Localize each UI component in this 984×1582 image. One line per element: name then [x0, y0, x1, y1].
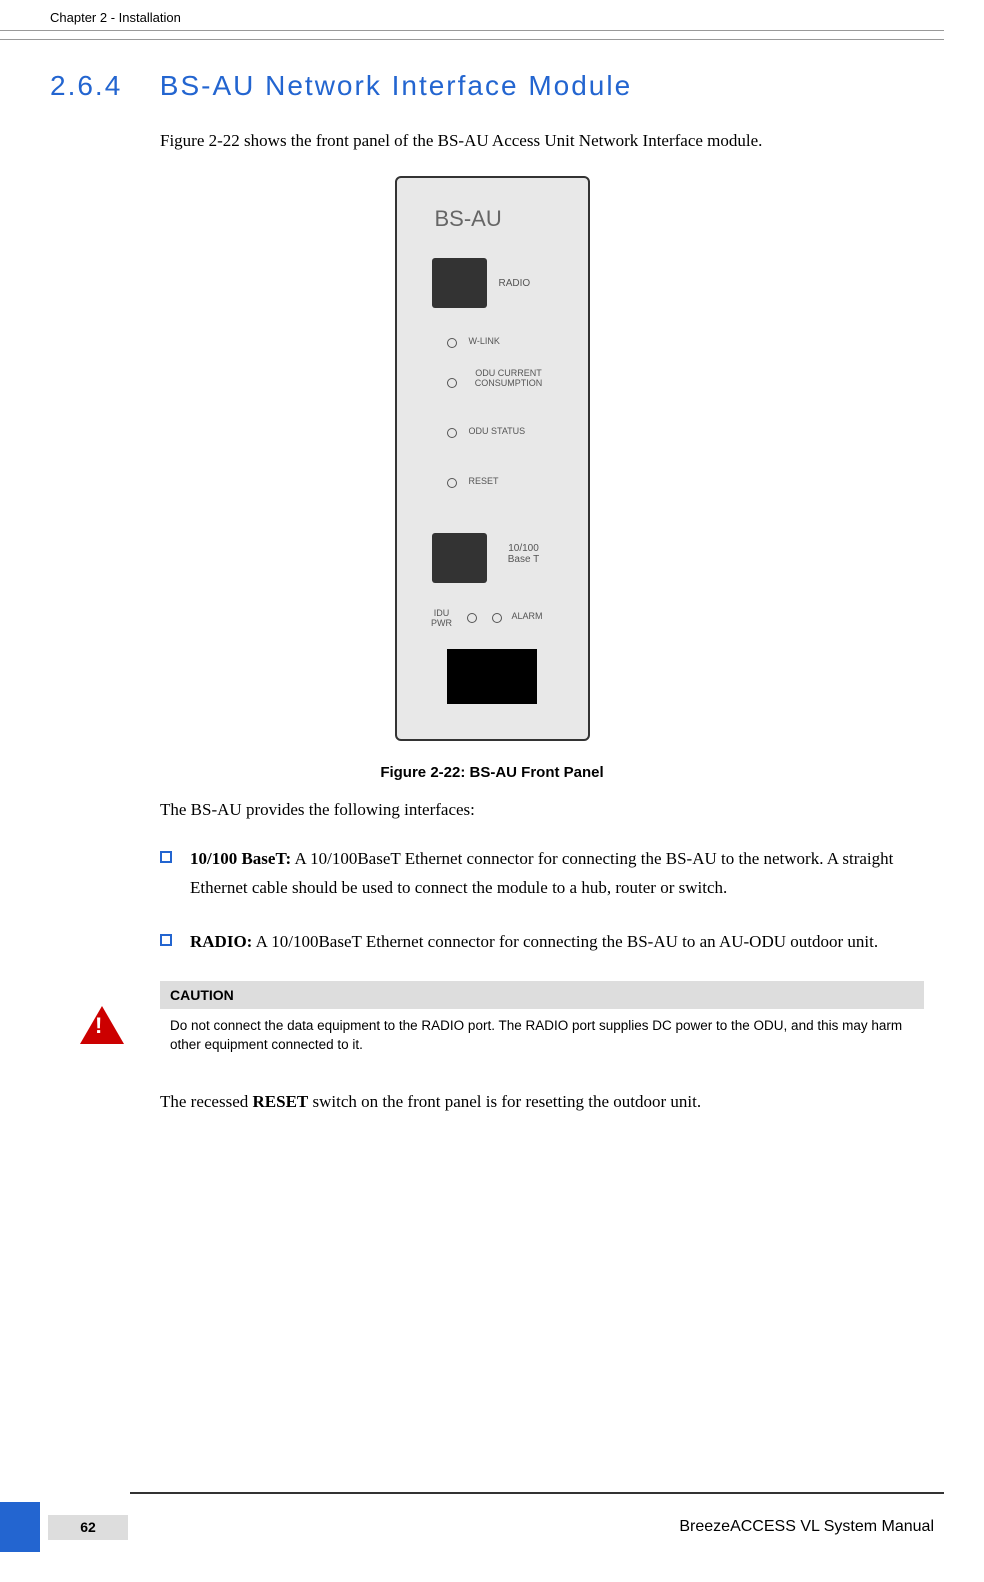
footer-color-block	[0, 1502, 40, 1552]
module-label: BS-AU	[435, 206, 502, 232]
bullet-square-icon	[160, 851, 172, 863]
reset-pre: The recessed	[160, 1092, 253, 1111]
reset-bold: RESET	[253, 1092, 309, 1111]
header-rule	[0, 39, 944, 40]
section-heading: 2.6.4 BS-AU Network Interface Module	[0, 70, 984, 102]
footer-rule	[130, 1492, 944, 1494]
intro-paragraph: Figure 2-22 shows the front panel of the…	[0, 127, 984, 156]
page-footer: 62 BreezeACCESS VL System Manual	[0, 1492, 984, 1552]
bullet-item-radio: RADIO: A 10/100BaseT Ethernet connector …	[0, 928, 984, 957]
reset-label: RESET	[469, 476, 499, 486]
radio-port-label: RADIO	[499, 278, 531, 289]
page-header: Chapter 2 - Installation	[0, 0, 944, 31]
alarm-led	[492, 613, 502, 623]
radio-port	[432, 258, 487, 308]
chapter-label: Chapter 2 - Installation	[50, 10, 181, 25]
odu-current-led	[447, 378, 457, 388]
section-title: BS-AU Network Interface Module	[160, 70, 632, 101]
manual-title: BreezeACCESS VL System Manual	[679, 1518, 934, 1536]
reset-paragraph: The recessed RESET switch on the front p…	[0, 1088, 984, 1117]
baset-port-label: 10/100 Base T	[499, 543, 549, 565]
wlink-label: W-LINK	[469, 336, 500, 346]
warning-exclamation: !	[95, 1013, 102, 1039]
figure-container: BS-AU RADIO W-LINK ODU CURRENT CONSUMPTI…	[0, 176, 984, 781]
alarm-label: ALARM	[512, 611, 543, 621]
odu-current-label: ODU CURRENT CONSUMPTION	[469, 368, 549, 388]
odu-status-label: ODU STATUS	[469, 426, 526, 436]
reset-led	[447, 478, 457, 488]
bs-au-front-panel-image: BS-AU RADIO W-LINK ODU CURRENT CONSUMPTI…	[395, 176, 590, 741]
interfaces-intro: The BS-AU provides the following interfa…	[0, 796, 984, 825]
bullet-bold: 10/100 BaseT:	[190, 849, 291, 868]
bullet-text-content: A 10/100BaseT Ethernet connector for con…	[190, 849, 893, 897]
section-number: 2.6.4	[50, 70, 150, 102]
wlink-led	[447, 338, 457, 348]
page-number: 62	[48, 1515, 128, 1540]
bullet-text-content: A 10/100BaseT Ethernet connector for con…	[252, 932, 878, 951]
idu-pwr-label: IDU PWR	[427, 608, 457, 628]
odu-status-led	[447, 428, 457, 438]
bullet-item-baset: 10/100 BaseT: A 10/100BaseT Ethernet con…	[0, 845, 984, 903]
figure-caption: Figure 2-22: BS-AU Front Panel	[0, 764, 984, 781]
baset-port	[432, 533, 487, 583]
bullet-square-icon	[160, 934, 172, 946]
caution-text: Do not connect the data equipment to the…	[160, 1009, 924, 1063]
caution-box: ! CAUTION Do not connect the data equipm…	[160, 981, 924, 1063]
reset-post: switch on the front panel is for resetti…	[308, 1092, 701, 1111]
bullet-bold: RADIO:	[190, 932, 252, 951]
idu-pwr-led	[467, 613, 477, 623]
switch	[447, 649, 537, 704]
caution-header: CAUTION	[160, 981, 924, 1009]
